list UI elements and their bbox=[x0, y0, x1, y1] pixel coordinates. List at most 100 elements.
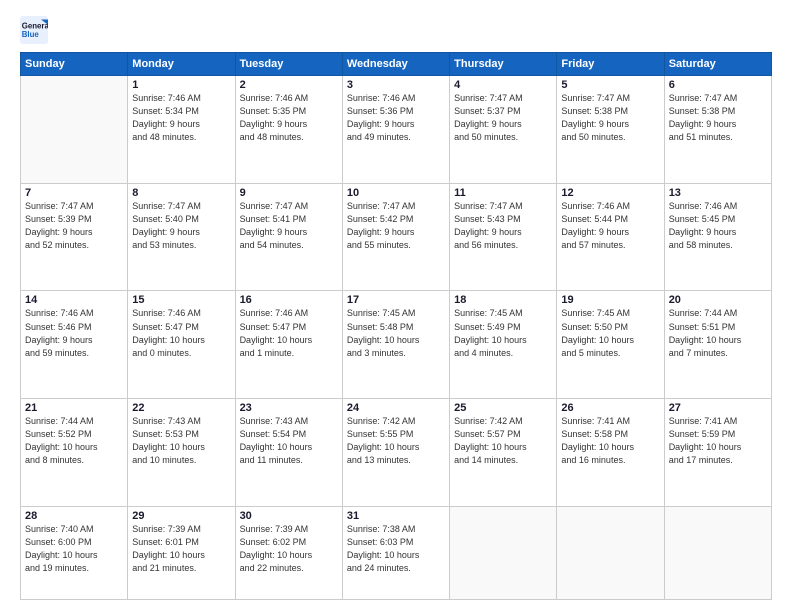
day-info: Sunrise: 7:42 AMSunset: 5:55 PMDaylight:… bbox=[347, 415, 445, 467]
day-number: 21 bbox=[25, 402, 123, 414]
calendar-cell: 7Sunrise: 7:47 AMSunset: 5:39 PMDaylight… bbox=[21, 183, 128, 291]
calendar-header-friday: Friday bbox=[557, 53, 664, 76]
day-number: 13 bbox=[669, 187, 767, 199]
calendar-cell: 3Sunrise: 7:46 AMSunset: 5:36 PMDaylight… bbox=[342, 76, 449, 184]
calendar-cell: 30Sunrise: 7:39 AMSunset: 6:02 PMDayligh… bbox=[235, 506, 342, 599]
header: General Blue bbox=[20, 16, 772, 44]
day-number: 2 bbox=[240, 79, 338, 91]
day-number: 27 bbox=[669, 402, 767, 414]
day-number: 22 bbox=[132, 402, 230, 414]
calendar-cell: 2Sunrise: 7:46 AMSunset: 5:35 PMDaylight… bbox=[235, 76, 342, 184]
calendar-table: SundayMondayTuesdayWednesdayThursdayFrid… bbox=[20, 52, 772, 600]
day-info: Sunrise: 7:47 AMSunset: 5:39 PMDaylight:… bbox=[25, 200, 123, 252]
calendar-cell bbox=[664, 506, 771, 599]
calendar-cell: 26Sunrise: 7:41 AMSunset: 5:58 PMDayligh… bbox=[557, 399, 664, 507]
day-info: Sunrise: 7:46 AMSunset: 5:46 PMDaylight:… bbox=[25, 307, 123, 359]
svg-text:Blue: Blue bbox=[22, 30, 40, 39]
day-number: 7 bbox=[25, 187, 123, 199]
calendar-cell: 29Sunrise: 7:39 AMSunset: 6:01 PMDayligh… bbox=[128, 506, 235, 599]
calendar-cell: 18Sunrise: 7:45 AMSunset: 5:49 PMDayligh… bbox=[450, 291, 557, 399]
calendar-cell: 15Sunrise: 7:46 AMSunset: 5:47 PMDayligh… bbox=[128, 291, 235, 399]
calendar-week-5: 28Sunrise: 7:40 AMSunset: 6:00 PMDayligh… bbox=[21, 506, 772, 599]
day-number: 10 bbox=[347, 187, 445, 199]
day-number: 19 bbox=[561, 294, 659, 306]
calendar-cell: 19Sunrise: 7:45 AMSunset: 5:50 PMDayligh… bbox=[557, 291, 664, 399]
day-info: Sunrise: 7:46 AMSunset: 5:35 PMDaylight:… bbox=[240, 92, 338, 144]
calendar-header-thursday: Thursday bbox=[450, 53, 557, 76]
day-info: Sunrise: 7:47 AMSunset: 5:41 PMDaylight:… bbox=[240, 200, 338, 252]
calendar-cell: 31Sunrise: 7:38 AMSunset: 6:03 PMDayligh… bbox=[342, 506, 449, 599]
day-number: 17 bbox=[347, 294, 445, 306]
day-number: 28 bbox=[25, 510, 123, 522]
page: General Blue SundayMondayTuesdayWednesda… bbox=[0, 0, 792, 612]
day-info: Sunrise: 7:47 AMSunset: 5:42 PMDaylight:… bbox=[347, 200, 445, 252]
day-number: 5 bbox=[561, 79, 659, 91]
day-number: 14 bbox=[25, 294, 123, 306]
calendar-cell: 11Sunrise: 7:47 AMSunset: 5:43 PMDayligh… bbox=[450, 183, 557, 291]
calendar-cell: 21Sunrise: 7:44 AMSunset: 5:52 PMDayligh… bbox=[21, 399, 128, 507]
day-info: Sunrise: 7:44 AMSunset: 5:52 PMDaylight:… bbox=[25, 415, 123, 467]
calendar-cell: 12Sunrise: 7:46 AMSunset: 5:44 PMDayligh… bbox=[557, 183, 664, 291]
calendar-week-2: 7Sunrise: 7:47 AMSunset: 5:39 PMDaylight… bbox=[21, 183, 772, 291]
calendar-cell bbox=[21, 76, 128, 184]
day-number: 20 bbox=[669, 294, 767, 306]
calendar-header-monday: Monday bbox=[128, 53, 235, 76]
day-info: Sunrise: 7:46 AMSunset: 5:36 PMDaylight:… bbox=[347, 92, 445, 144]
calendar-header-sunday: Sunday bbox=[21, 53, 128, 76]
day-number: 23 bbox=[240, 402, 338, 414]
calendar-cell bbox=[557, 506, 664, 599]
day-number: 4 bbox=[454, 79, 552, 91]
calendar-cell: 10Sunrise: 7:47 AMSunset: 5:42 PMDayligh… bbox=[342, 183, 449, 291]
calendar-cell: 5Sunrise: 7:47 AMSunset: 5:38 PMDaylight… bbox=[557, 76, 664, 184]
day-info: Sunrise: 7:44 AMSunset: 5:51 PMDaylight:… bbox=[669, 307, 767, 359]
day-number: 31 bbox=[347, 510, 445, 522]
day-info: Sunrise: 7:43 AMSunset: 5:53 PMDaylight:… bbox=[132, 415, 230, 467]
day-number: 16 bbox=[240, 294, 338, 306]
day-info: Sunrise: 7:45 AMSunset: 5:48 PMDaylight:… bbox=[347, 307, 445, 359]
day-info: Sunrise: 7:38 AMSunset: 6:03 PMDaylight:… bbox=[347, 523, 445, 575]
day-info: Sunrise: 7:47 AMSunset: 5:40 PMDaylight:… bbox=[132, 200, 230, 252]
day-info: Sunrise: 7:47 AMSunset: 5:43 PMDaylight:… bbox=[454, 200, 552, 252]
calendar-cell: 25Sunrise: 7:42 AMSunset: 5:57 PMDayligh… bbox=[450, 399, 557, 507]
day-info: Sunrise: 7:41 AMSunset: 5:59 PMDaylight:… bbox=[669, 415, 767, 467]
calendar-cell: 20Sunrise: 7:44 AMSunset: 5:51 PMDayligh… bbox=[664, 291, 771, 399]
calendar-cell: 24Sunrise: 7:42 AMSunset: 5:55 PMDayligh… bbox=[342, 399, 449, 507]
day-info: Sunrise: 7:39 AMSunset: 6:02 PMDaylight:… bbox=[240, 523, 338, 575]
calendar-cell: 1Sunrise: 7:46 AMSunset: 5:34 PMDaylight… bbox=[128, 76, 235, 184]
svg-text:General: General bbox=[22, 21, 48, 30]
day-info: Sunrise: 7:47 AMSunset: 5:38 PMDaylight:… bbox=[561, 92, 659, 144]
calendar-cell: 27Sunrise: 7:41 AMSunset: 5:59 PMDayligh… bbox=[664, 399, 771, 507]
calendar-cell: 14Sunrise: 7:46 AMSunset: 5:46 PMDayligh… bbox=[21, 291, 128, 399]
calendar-header-wednesday: Wednesday bbox=[342, 53, 449, 76]
calendar-week-3: 14Sunrise: 7:46 AMSunset: 5:46 PMDayligh… bbox=[21, 291, 772, 399]
day-info: Sunrise: 7:42 AMSunset: 5:57 PMDaylight:… bbox=[454, 415, 552, 467]
day-number: 12 bbox=[561, 187, 659, 199]
day-info: Sunrise: 7:43 AMSunset: 5:54 PMDaylight:… bbox=[240, 415, 338, 467]
calendar-cell: 28Sunrise: 7:40 AMSunset: 6:00 PMDayligh… bbox=[21, 506, 128, 599]
calendar-cell: 4Sunrise: 7:47 AMSunset: 5:37 PMDaylight… bbox=[450, 76, 557, 184]
day-number: 24 bbox=[347, 402, 445, 414]
day-number: 6 bbox=[669, 79, 767, 91]
day-number: 29 bbox=[132, 510, 230, 522]
calendar-cell: 9Sunrise: 7:47 AMSunset: 5:41 PMDaylight… bbox=[235, 183, 342, 291]
calendar-cell: 8Sunrise: 7:47 AMSunset: 5:40 PMDaylight… bbox=[128, 183, 235, 291]
day-info: Sunrise: 7:46 AMSunset: 5:34 PMDaylight:… bbox=[132, 92, 230, 144]
day-info: Sunrise: 7:45 AMSunset: 5:49 PMDaylight:… bbox=[454, 307, 552, 359]
day-number: 3 bbox=[347, 79, 445, 91]
day-number: 15 bbox=[132, 294, 230, 306]
calendar-cell: 17Sunrise: 7:45 AMSunset: 5:48 PMDayligh… bbox=[342, 291, 449, 399]
calendar-header-saturday: Saturday bbox=[664, 53, 771, 76]
day-info: Sunrise: 7:40 AMSunset: 6:00 PMDaylight:… bbox=[25, 523, 123, 575]
calendar-cell: 23Sunrise: 7:43 AMSunset: 5:54 PMDayligh… bbox=[235, 399, 342, 507]
calendar-week-4: 21Sunrise: 7:44 AMSunset: 5:52 PMDayligh… bbox=[21, 399, 772, 507]
calendar-cell bbox=[450, 506, 557, 599]
calendar-week-1: 1Sunrise: 7:46 AMSunset: 5:34 PMDaylight… bbox=[21, 76, 772, 184]
day-number: 25 bbox=[454, 402, 552, 414]
day-info: Sunrise: 7:46 AMSunset: 5:45 PMDaylight:… bbox=[669, 200, 767, 252]
day-number: 26 bbox=[561, 402, 659, 414]
calendar-header-row: SundayMondayTuesdayWednesdayThursdayFrid… bbox=[21, 53, 772, 76]
day-info: Sunrise: 7:41 AMSunset: 5:58 PMDaylight:… bbox=[561, 415, 659, 467]
day-number: 9 bbox=[240, 187, 338, 199]
logo-icon: General Blue bbox=[20, 16, 48, 44]
calendar-cell: 13Sunrise: 7:46 AMSunset: 5:45 PMDayligh… bbox=[664, 183, 771, 291]
